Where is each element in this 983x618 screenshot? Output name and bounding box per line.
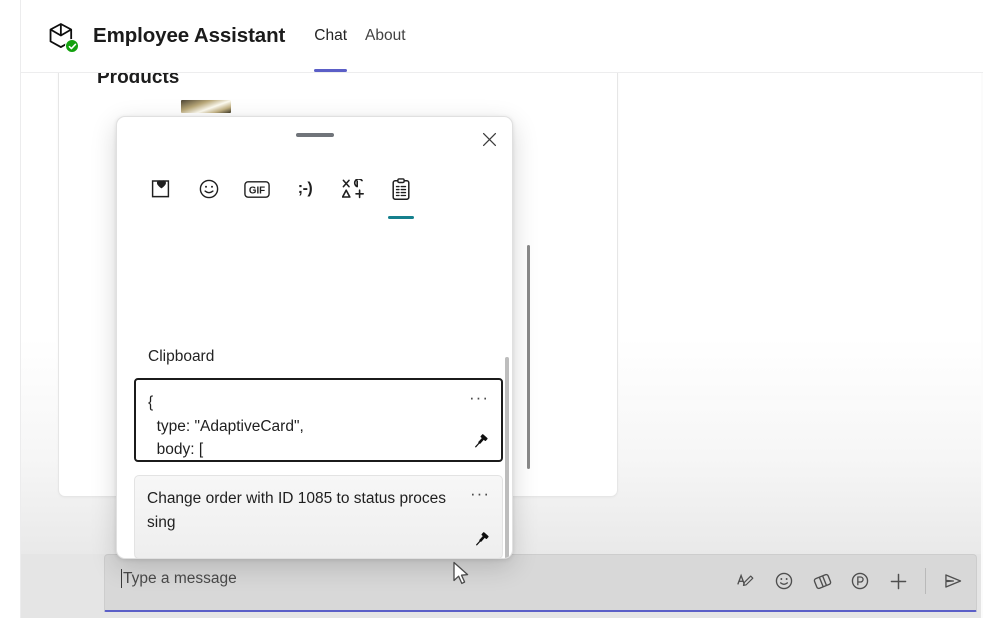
emoji-icon[interactable] [195,174,223,204]
popup-tab-strip: GIF ;-) [117,165,512,219]
pin-icon[interactable] [469,430,491,452]
format-text-icon[interactable] [733,568,759,594]
message-input-shell[interactable]: Type a message [104,554,977,612]
cube-app-icon [44,19,79,53]
list-item[interactable]: { type: "AdaptiveCard", body: [ ··· [134,378,503,462]
tab-chat-label: Chat [314,27,348,44]
praise-icon[interactable] [847,568,873,594]
app-header: Employee Assistant Chat About [21,0,983,73]
clipboard-section-title: Clipboard [148,348,215,365]
close-icon[interactable] [474,124,504,154]
app-window: Employee Assistant Chat About Products T… [0,0,983,618]
more-options-icon[interactable]: ··· [468,482,492,506]
clipboard-item-list[interactable]: { type: "AdaptiveCard", body: [ ··· Chan… [134,378,503,558]
adaptive-card-title: Products [97,73,180,88]
drag-handle-icon[interactable] [295,133,334,137]
sticker-icon[interactable] [147,174,175,204]
shapes-grid-icon[interactable] [339,174,367,204]
clipboard-icon[interactable] [387,174,415,219]
gif-sticker-icon[interactable] [809,568,835,594]
left-rail-divider [0,0,21,618]
clipboard-item-text: { type: "AdaptiveCard", body: [ [148,394,304,458]
plus-add-icon[interactable] [885,568,911,594]
emoticon-icon-label: ;-) [297,180,313,197]
header-nav: Chat About [305,0,414,72]
product-image-thumbnail [181,100,231,113]
pin-icon[interactable] [470,528,492,550]
list-item[interactable]: Change order with ID 1085 to status proc… [134,475,503,558]
compose-actions [733,555,966,607]
check-circle-icon [65,39,79,53]
popup-vertical-scrollbar[interactable] [505,357,509,558]
tab-about[interactable]: About [356,0,415,72]
actions-divider [925,568,926,594]
text-caret [121,569,122,588]
vertical-scrollbar[interactable] [527,245,530,469]
page-title: Employee Assistant [93,24,286,47]
clipboard-item-text: Change order with ID 1085 to status proc… [147,490,446,531]
gif-icon-label: GIF [249,185,265,196]
clipboard-flyout-panel[interactable]: GIF ;-) Clipboard {type: "AdaptiveCard"… [116,116,513,559]
emoticon-icon[interactable]: ;-) [291,174,319,204]
message-compose-bar: Type a message [21,554,981,618]
emoji-icon[interactable] [771,568,797,594]
search-input-placeholder: Type a message [123,570,237,587]
tab-about-label: About [365,27,406,44]
send-icon[interactable] [940,568,966,594]
tab-chat[interactable]: Chat [305,0,356,72]
more-options-icon[interactable]: ··· [467,386,491,410]
gif-icon[interactable]: GIF [243,174,271,204]
